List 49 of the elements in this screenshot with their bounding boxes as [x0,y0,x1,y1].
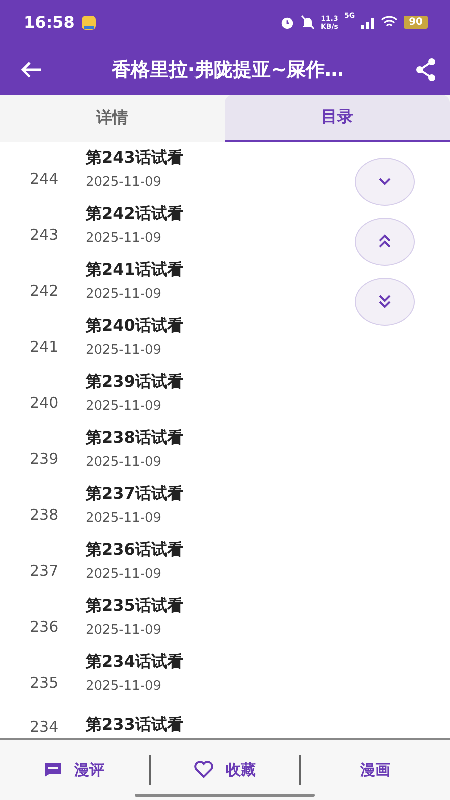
chapter-number: 244 [29,170,60,188]
chapter-number: 243 [29,226,60,244]
chapter-number: 240 [29,394,60,412]
chapter-title[interactable]: 第233话试看 [86,715,184,736]
wifi-icon [381,16,398,29]
battery-level: 90 [404,16,428,29]
clock: 16:58 [24,13,75,32]
app-notification-icon [80,14,97,30]
comment-button[interactable]: 漫评 [0,752,149,788]
share-icon[interactable] [414,58,438,82]
signal-icon [361,16,376,28]
chapter-date: 2025-11-09 [86,231,163,246]
chapter-date: 2025-11-09 [86,623,163,638]
tab[interactable]: 详情 [0,95,225,142]
chapter-title[interactable]: 第237话试看 [86,484,184,505]
chapter-title[interactable]: 第240话试看 [86,316,184,337]
read-button[interactable]: 漫画 [301,752,450,788]
chapter-number: 234 [29,718,60,736]
chapter-title[interactable]: 第238话试看 [86,428,184,449]
chapter-date: 2025-11-09 [86,511,163,526]
chapter-number: 242 [29,282,60,300]
comic-title: 香格里拉·弗陇提亚~屎作… [110,58,346,83]
chapter-title[interactable]: 第234话试看 [86,652,184,673]
chapter-title[interactable]: 第242话试看 [86,204,184,225]
chapter-title[interactable]: 第243话试看 [86,148,184,169]
favorite-button[interactable]: 收藏 [150,752,300,788]
comment-icon [44,762,62,778]
chapter-number: 238 [29,506,60,524]
chapter-date: 2025-11-09 [86,567,163,582]
chapter-number: 235 [29,674,60,692]
tab[interactable]: 目录 [225,95,450,142]
chapter-date: 2025-11-09 [86,399,163,414]
chapter-number: 241 [29,338,60,356]
chapter-date: 2025-11-09 [86,175,163,190]
chapter-date: 2025-11-09 [86,287,163,302]
chapter-title[interactable]: 第239话试看 [86,372,184,393]
chapter-number: 239 [29,450,60,468]
alarm-icon [280,15,295,30]
chapter-number: 236 [29,618,60,636]
chapter-title[interactable]: 第235话试看 [86,596,184,617]
chapter-title[interactable]: 第241话试看 [86,260,184,281]
heart-icon [194,761,214,779]
chapter-date: 2025-11-09 [86,455,163,470]
bell-muted-icon [300,15,315,30]
chapter-number: 237 [29,562,60,580]
chapter-date: 2025-11-09 [86,679,163,694]
chapter-title[interactable]: 第236话试看 [86,540,184,561]
back-arrow-icon[interactable] [20,61,42,79]
chapter-date: 2025-11-09 [86,343,163,358]
